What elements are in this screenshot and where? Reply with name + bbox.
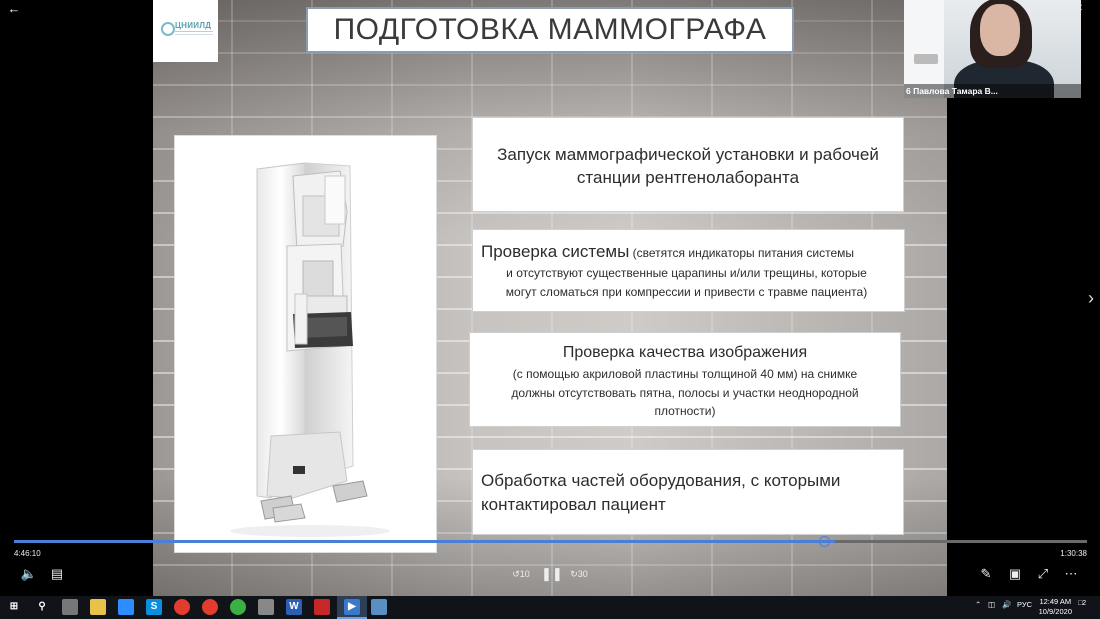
logo: ЦНИИЛД: [153, 0, 218, 62]
info-box-cleaning-text: Обработка частей оборудования, с которым…: [481, 469, 895, 517]
seek-bar-progress: [14, 540, 835, 543]
seek-bar[interactable]: [14, 540, 1087, 543]
back-arrow-icon[interactable]: ←: [6, 2, 22, 16]
tray-chevron-icon[interactable]: ⌃: [975, 600, 981, 609]
file-explorer-icon[interactable]: [90, 599, 106, 615]
edit-pencil-icon[interactable]: ✎: [977, 566, 995, 582]
rewind-10-button[interactable]: ↺10: [512, 566, 530, 582]
volume-icon[interactable]: 🔈: [20, 566, 38, 582]
captions-icon[interactable]: ▤: [48, 566, 66, 582]
info-box-system-check: Проверка системы (светятся индикаторы пи…: [472, 229, 905, 312]
cleaning-line2: контактировал пациент: [481, 495, 666, 514]
notifications-icon[interactable]: □2: [1078, 600, 1086, 607]
system-check-line2: и отсутствуют существенные царапины и/ил…: [506, 266, 867, 280]
image-quality-details: (с помощью акриловой пластины толщиной 4…: [478, 365, 892, 421]
speaker-icon[interactable]: 🔊: [1002, 600, 1011, 609]
more-options-icon[interactable]: ⋯: [1062, 566, 1080, 582]
logo-mark-icon: [161, 22, 175, 36]
info-box-system-check-line1: Проверка системы (светятся индикаторы пи…: [481, 242, 898, 263]
video-background-object: [914, 54, 938, 64]
mini-view-icon[interactable]: ▣: [1006, 566, 1024, 582]
info-box-launch: Запуск маммографической установки и рабо…: [472, 117, 904, 212]
pause-button[interactable]: ❚❚: [541, 566, 563, 582]
chrome-icon[interactable]: [174, 599, 190, 615]
image-quality-line2: должны отсутствовать пятна, полосы и уча…: [511, 385, 859, 400]
system-check-line1: (светятся индикаторы питания системы: [629, 246, 854, 260]
app-icon-2[interactable]: [258, 599, 274, 615]
cleaning-line1: Обработка частей оборудования, с которым…: [481, 471, 841, 490]
mammograph-illustration: [230, 162, 390, 537]
image-quality-line3: плотности): [654, 404, 716, 418]
image-quality-heading: Проверка качества изображения: [562, 344, 808, 361]
participant-video[interactable]: 6 Павлова Тамара В...: [904, 0, 1081, 98]
notification-count: 2: [1082, 600, 1087, 607]
clock-date: 10/9/2020: [1038, 607, 1072, 616]
system-check-line3: могут сломаться при компрессии и привест…: [505, 285, 868, 299]
info-box-image-quality: Проверка качества изображения (с помощью…: [469, 332, 901, 427]
windows-taskbar: ⊞ ⚲ S W ▶ ⌃ ◫ 🔊 РУС 12:49 AM 10/9/2020 □…: [0, 596, 1100, 619]
participant-face: [980, 4, 1020, 56]
fullscreen-icon[interactable]: ⤢: [1034, 566, 1052, 582]
language-indicator[interactable]: РУС: [1017, 600, 1032, 609]
info-box-launch-line1: Запуск маммографической установки и рабо…: [497, 145, 879, 164]
taskbar-clock[interactable]: 12:49 AM 10/9/2020: [1039, 597, 1072, 617]
image-quality-line1: (с помощью акриловой пластины толщиной 4…: [512, 367, 858, 381]
forward-label: 30: [577, 569, 588, 579]
mammograph-photo: [174, 135, 437, 553]
forward-30-button[interactable]: ↻30: [570, 566, 588, 582]
word-icon[interactable]: W: [286, 599, 302, 615]
current-time: 4:46:10: [14, 549, 41, 558]
participant-name: 6 Павлова Тамара В...: [904, 84, 1081, 98]
video-player-icon[interactable]: ▶: [344, 599, 360, 615]
info-box-launch-line2: станции рентгенолаборанта: [576, 168, 800, 187]
clock-time: 12:49 AM: [1039, 597, 1072, 606]
skype-icon[interactable]: S: [146, 599, 162, 615]
presentation-slide: ЦНИИЛД ПОДГОТОВКА МАММОГРАФА Запуск мамм…: [153, 0, 947, 596]
info-box-launch-text: Запуск маммографической установки и рабо…: [473, 143, 903, 189]
info-box-cleaning: Обработка частей оборудования, с которым…: [472, 449, 904, 535]
windows-start-icon[interactable]: ⊞: [6, 599, 22, 615]
total-time: 1:30:38: [1060, 549, 1087, 558]
logo-subtitle-lines: [175, 31, 213, 35]
photos-icon[interactable]: [371, 599, 387, 615]
app-icon-1[interactable]: [62, 599, 78, 615]
seek-bar-thumb[interactable]: [819, 536, 830, 547]
next-slide-chevron-icon[interactable]: ›: [1088, 288, 1094, 309]
logo-text: ЦНИИЛД: [175, 21, 212, 30]
system-check-lead: Проверка системы: [481, 242, 630, 261]
network-icon[interactable]: ◫: [988, 600, 995, 609]
pdf-icon[interactable]: [314, 599, 330, 615]
chrome-icon-2[interactable]: [202, 599, 218, 615]
info-box-system-check-details: и отсутствуют существенные царапины и/ил…: [473, 264, 900, 302]
rewind-label: 10: [519, 569, 530, 579]
whatsapp-icon[interactable]: [230, 599, 246, 615]
slide-title: ПОДГОТОВКА МАММОГРАФА: [306, 7, 794, 53]
search-icon[interactable]: ⚲: [34, 599, 50, 615]
zoom-icon[interactable]: [118, 599, 134, 615]
